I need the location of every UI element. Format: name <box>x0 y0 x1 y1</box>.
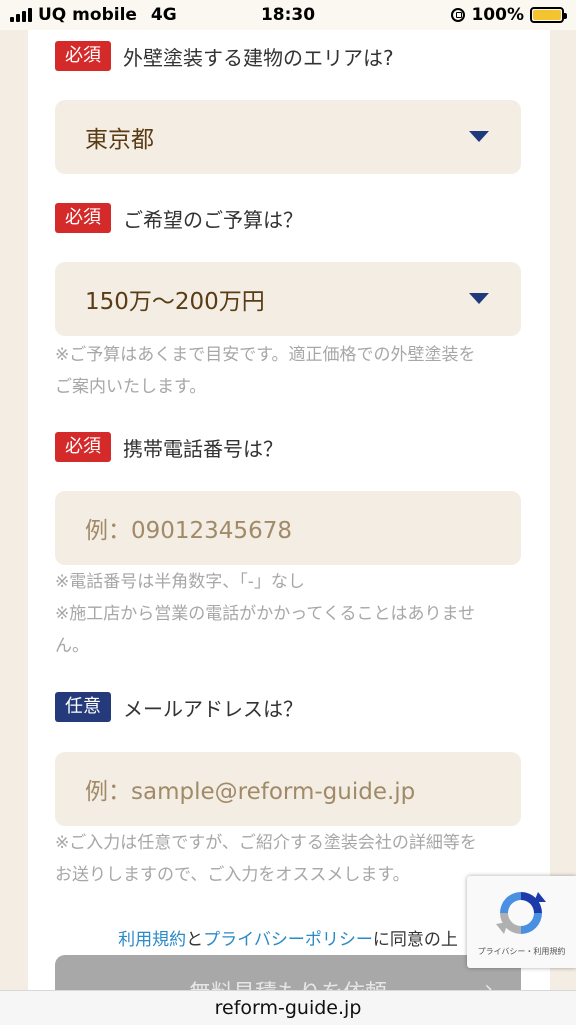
phone-note-line: ※電話番号は半角数字、「-」なし <box>55 572 305 592</box>
orientation-lock-icon <box>451 8 466 22</box>
budget-note-line: ご案内いたします。 <box>55 377 207 397</box>
status-bar: UQ mobile 4G 18:30 100% <box>0 0 576 30</box>
email-question-label: メールアドレスは？ <box>123 696 303 721</box>
email-note-line: お送りしますので、ご入力をオススメします。 <box>55 865 410 885</box>
url-bar[interactable]: reform-guide.jp <box>0 990 576 1025</box>
area-select-value: 東京都 <box>85 127 154 153</box>
budget-question-label: ご希望のご予算は？ <box>123 207 303 232</box>
battery-percent: 100% <box>471 5 524 25</box>
caret-down-icon <box>469 131 489 142</box>
phone-note-line: ※施工店から営業の電話がかかってくることはありませ <box>55 604 476 624</box>
agreement-and: と <box>186 930 204 950</box>
budget-note-line: ※ご予算はあくまで目安です。適正価格での外壁塗装を <box>55 345 476 365</box>
url-domain: reform-guide.jp <box>214 997 362 1019</box>
budget-question: 必須 ご希望のご予算は？ <box>55 203 303 233</box>
required-badge: 必須 <box>55 432 111 462</box>
area-select[interactable]: 東京都 <box>55 100 521 174</box>
email-note: ※ご入力は任意ですが、ご紹介する塗装会社の詳細等を お送りしますので、ご入力をオ… <box>55 827 535 891</box>
email-note-line: ※ご入力は任意ですが、ご紹介する塗装会社の詳細等を <box>55 833 477 853</box>
phone-note: ※電話番号は半角数字、「-」なし ※施工店から営業の電話がかかってくることはあり… <box>55 566 535 662</box>
phone-question-label: 携帯電話番号は？ <box>123 436 283 461</box>
phone-question: 必須 携帯電話番号は？ <box>55 432 283 462</box>
recaptcha-icon <box>496 892 546 934</box>
email-input[interactable]: 例：sample@reform-guide.jp <box>55 752 521 826</box>
agreement-suffix: に同意の上 <box>372 930 458 950</box>
area-question-label: 外壁塗装する建物のエリアは? <box>123 45 394 70</box>
budget-select[interactable]: 150万〜200万円 <box>55 262 521 336</box>
terms-link[interactable]: 利用規約 <box>118 930 186 950</box>
recaptcha-badge[interactable]: プライバシー・利用規約 <box>467 876 576 968</box>
budget-select-value: 150万〜200万円 <box>85 289 265 315</box>
recaptcha-text[interactable]: プライバシー・利用規約 <box>467 946 576 957</box>
battery-icon <box>530 7 567 23</box>
phone-note-line: ん。 <box>55 636 89 656</box>
phone-input[interactable]: 例：09012345678 <box>55 491 521 565</box>
privacy-policy-link[interactable]: プライバシーポリシー <box>203 930 373 950</box>
area-question: 必須 外壁塗装する建物のエリアは? <box>55 41 394 71</box>
budget-note: ※ご予算はあくまで目安です。適正価格での外壁塗装を ご案内いたします。 <box>55 339 535 403</box>
required-badge: 必須 <box>55 203 111 233</box>
phone-input-placeholder: 例：09012345678 <box>85 518 292 544</box>
email-input-placeholder: 例：sample@reform-guide.jp <box>85 779 416 805</box>
required-badge: 必須 <box>55 41 111 71</box>
caret-down-icon <box>469 293 489 304</box>
optional-badge: 任意 <box>55 692 111 722</box>
email-question: 任意 メールアドレスは？ <box>55 692 303 722</box>
status-right: 100% <box>451 5 567 25</box>
